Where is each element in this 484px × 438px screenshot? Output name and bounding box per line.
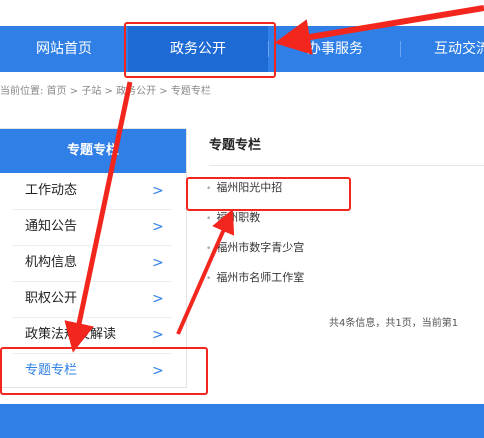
chevron-right-icon: > [152, 219, 164, 235]
sidebar-item-org-info[interactable]: 机构信息 > [0, 245, 186, 281]
article-link[interactable]: • 福州市数字青少宫 [206, 238, 304, 258]
article-title: 福州市名师工作室 [216, 271, 305, 284]
breadcrumb-prefix: 当前位置: [0, 86, 44, 97]
breadcrumb-separator: > [104, 86, 113, 97]
chevron-right-icon: > [152, 327, 164, 343]
bullet-icon: • [206, 274, 212, 284]
sidebar-item-label: 通知公告 [25, 219, 78, 234]
main-navbar: 网站首页 政务公开 办事服务 互动交流 [0, 26, 484, 72]
nav-item-gov-affairs[interactable]: 政务公开 [128, 26, 268, 72]
article-link[interactable]: • 福州阳光中招 [206, 178, 282, 198]
breadcrumb-gov-affairs-link[interactable]: 政务公开 [116, 86, 156, 97]
article-link[interactable]: • 福州市名师工作室 [206, 268, 304, 288]
bullet-icon: • [206, 214, 212, 224]
article-title: 福州阳光中招 [216, 181, 283, 194]
sidebar-item-policies[interactable]: 政策法规及解读 > [0, 317, 186, 353]
sidebar-item-label: 职权公开 [25, 291, 78, 306]
sidebar-item-special-topics[interactable]: 专题专栏 > [0, 353, 186, 389]
chevron-right-icon: > [152, 363, 164, 379]
pagination-info: 共4条信息，共1页，当前第1 [329, 318, 459, 329]
sidebar-item-label: 工作动态 [25, 183, 78, 198]
article-title: 福州市数字青少宫 [216, 241, 305, 254]
breadcrumb-home-link[interactable]: 首页 [47, 86, 67, 97]
sidebar-item-work-news[interactable]: 工作动态 > [0, 173, 186, 209]
nav-item-interaction[interactable]: 互动交流 [402, 26, 484, 72]
bullet-icon: • [206, 184, 212, 194]
breadcrumb-subsite-link[interactable]: 子站 [81, 86, 101, 97]
nav-separator [400, 41, 401, 57]
sidebar: 专题专栏 工作动态 > 通知公告 > 机构信息 > 职权公开 > 政策法规及解读… [0, 128, 187, 388]
nav-separator [268, 41, 269, 57]
sidebar-item-label: 机构信息 [25, 255, 78, 270]
content-divider [209, 165, 484, 166]
breadcrumb-separator: > [69, 86, 79, 97]
bullet-icon: • [206, 244, 212, 254]
footer-bar [0, 404, 484, 438]
breadcrumb: 当前位置: 首页 > 子站 > 政务公开 > 专题专栏 [0, 82, 211, 97]
sidebar-title: 专题专栏 [0, 129, 186, 173]
sidebar-item-label: 政策法规及解读 [25, 327, 117, 342]
chevron-right-icon: > [152, 255, 164, 271]
breadcrumb-separator: > [159, 86, 168, 97]
top-strip [0, 0, 484, 26]
nav-item-services[interactable]: 办事服务 [270, 26, 400, 72]
content-title: 专题专栏 [209, 138, 262, 153]
article-link[interactable]: • 福州职教 [206, 208, 260, 228]
sidebar-item-notices[interactable]: 通知公告 > [0, 209, 186, 245]
sidebar-item-label: 专题专栏 [25, 363, 78, 378]
nav-item-home[interactable]: 网站首页 [0, 26, 128, 72]
chevron-right-icon: > [152, 291, 164, 307]
breadcrumb-current: 专题专栏 [170, 86, 211, 97]
article-title: 福州职教 [216, 211, 261, 224]
sidebar-item-powers[interactable]: 职权公开 > [0, 281, 186, 317]
chevron-right-icon: > [152, 183, 164, 199]
